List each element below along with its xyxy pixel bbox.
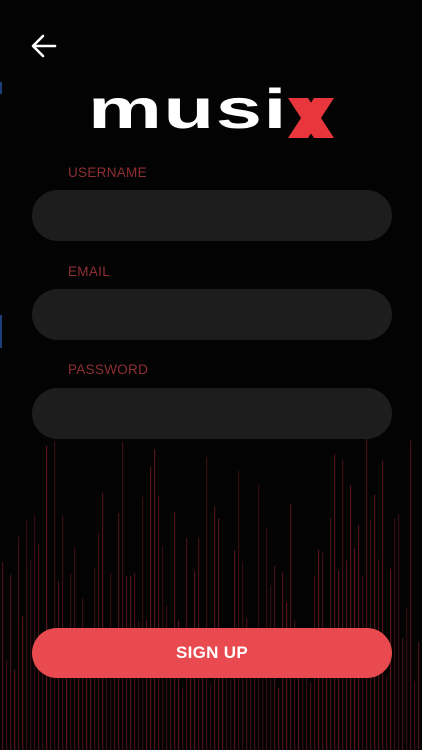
spectrum-bar	[398, 514, 400, 750]
username-label: USERNAME	[68, 165, 147, 180]
spectrum-bar	[310, 682, 312, 750]
spectrum-bar	[46, 445, 48, 750]
spectrum-bar	[290, 503, 292, 750]
spectrum-bar	[374, 494, 376, 750]
spectrum-bar	[298, 669, 300, 750]
password-input[interactable]	[32, 388, 392, 439]
spectrum-bar	[414, 680, 416, 750]
spectrum-bar	[230, 668, 232, 750]
signup-screen: musi USERNAME EMAIL PASSWORD SIGN UP	[0, 0, 422, 750]
spectrum-bar	[382, 460, 384, 750]
spectrum-bar	[154, 449, 156, 750]
spectrum-bar	[114, 677, 116, 750]
spectrum-bar	[102, 492, 104, 750]
email-label: EMAIL	[68, 264, 111, 279]
spectrum-bar	[258, 484, 260, 750]
spectrum-bar	[238, 470, 240, 750]
spectrum-bar	[386, 676, 388, 750]
spectrum-bar	[278, 687, 280, 750]
spectrum-bar	[410, 440, 412, 750]
spectrum-bar	[6, 659, 8, 750]
email-input[interactable]	[32, 289, 392, 340]
arrow-left-icon	[31, 34, 57, 58]
password-label: PASSWORD	[68, 362, 149, 377]
spectrum-bar	[406, 608, 408, 750]
spectrum-bar	[190, 666, 192, 750]
audio-spectrum-background	[2, 437, 420, 750]
spectrum-bar	[34, 515, 36, 750]
username-input[interactable]	[32, 190, 392, 241]
spectrum-bar	[10, 574, 12, 750]
spectrum-bar	[22, 616, 24, 750]
spectrum-bar	[26, 519, 28, 750]
spectrum-bar	[86, 669, 88, 750]
spectrum-bar	[206, 456, 208, 750]
spectrum-bar	[402, 637, 404, 750]
spectrum-bar	[142, 496, 144, 750]
spectrum-bar	[342, 459, 344, 750]
spectrum-bar	[250, 673, 252, 750]
edge-mark-middle	[0, 315, 2, 348]
spectrum-bar	[302, 668, 304, 750]
spectrum-bar	[182, 688, 184, 750]
spectrum-bar	[2, 562, 4, 750]
spectrum-bar	[210, 683, 212, 750]
spectrum-bar	[350, 485, 352, 750]
musix-logo: musi	[88, 86, 334, 140]
back-button[interactable]	[24, 26, 64, 66]
spectrum-bar	[122, 441, 124, 750]
sign-up-button[interactable]: SIGN UP	[32, 628, 392, 678]
svg-text:musi: musi	[88, 86, 288, 140]
spectrum-bar	[158, 495, 160, 750]
spectrum-bar	[366, 437, 368, 750]
spectrum-bar	[418, 642, 420, 750]
spectrum-bar	[394, 518, 396, 750]
spectrum-bar	[14, 669, 16, 750]
spectrum-bar	[18, 536, 20, 750]
spectrum-bar	[150, 466, 152, 750]
spectrum-bar	[334, 454, 336, 750]
spectrum-bar	[30, 560, 32, 750]
edge-mark-top	[0, 82, 2, 94]
spectrum-bar	[54, 441, 56, 750]
